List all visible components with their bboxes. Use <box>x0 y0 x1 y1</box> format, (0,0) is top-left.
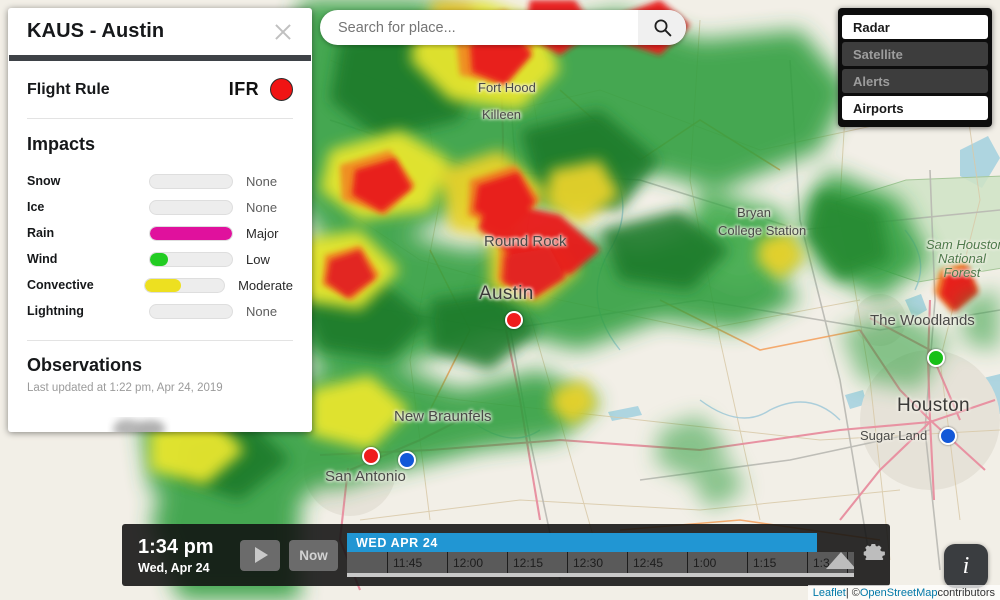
divider <box>27 118 293 119</box>
impact-row: Snow None <box>27 168 293 194</box>
weather-radar-app: Fort Hood Killeen Round Rock Austin Brya… <box>0 0 1000 600</box>
impact-value: None <box>246 199 278 215</box>
timeline-tick[interactable]: 12:00 <box>448 552 508 573</box>
timeline-playhead[interactable] <box>826 552 854 569</box>
timeline-tick[interactable]: 1:15 <box>748 552 808 573</box>
airport-marker[interactable] <box>398 451 416 469</box>
observations-timestamp: Last updated at 1:22 pm, Apr 24, 2019 <box>27 382 223 394</box>
impact-bar-fill <box>145 278 181 292</box>
timeline-control: 1:34 pm Wed, Apr 24 Now WED APR 24 11:45… <box>122 524 890 586</box>
leaflet-link[interactable]: Leaflet <box>813 587 846 599</box>
timeline-tick[interactable]: 1:00 <box>688 552 748 573</box>
search-bar[interactable] <box>320 10 686 45</box>
flight-rule-label: Flight Rule <box>27 80 110 98</box>
impact-value: None <box>246 303 278 319</box>
now-button[interactable]: Now <box>289 539 338 571</box>
cloud-icon <box>113 419 165 432</box>
search-input[interactable] <box>320 19 638 36</box>
layer-switcher: Radar Satellite Alerts Airports <box>838 8 992 127</box>
impact-label: Convective <box>27 278 94 292</box>
layer-toggle-airports[interactable]: Airports <box>842 96 988 120</box>
impact-bar <box>149 225 233 241</box>
timeline-tick[interactable] <box>347 552 388 573</box>
impact-value: None <box>246 173 278 189</box>
impact-bar-fill <box>150 226 232 240</box>
flight-rule-value-group: IFR <box>229 78 293 101</box>
timeline-clock: 1:34 pm Wed, Apr 24 <box>122 536 240 575</box>
timeline-baseline <box>347 573 854 577</box>
impact-bar-fill <box>150 252 169 266</box>
search-icon <box>654 19 671 37</box>
info-icon: i <box>962 552 970 579</box>
impact-label: Wind <box>27 252 58 266</box>
map-attribution: Leaflet | © OpenStreetMap contributors <box>807 585 1000 600</box>
gear-icon <box>863 544 885 561</box>
openstreetmap-link[interactable]: OpenStreetMap <box>860 587 938 599</box>
search-button[interactable] <box>638 10 686 45</box>
settings-button[interactable] <box>858 544 890 566</box>
observations-heading: Observations <box>27 355 143 375</box>
close-icon[interactable] <box>272 21 294 43</box>
timeline-tick[interactable]: 12:15 <box>508 552 568 573</box>
impact-label: Lightning <box>27 304 84 318</box>
page-title: KAUS - Austin <box>27 20 165 42</box>
timeline-tick[interactable]: 11:45 <box>388 552 448 573</box>
impact-row: Convective Moderate <box>27 272 293 298</box>
layer-toggle-alerts[interactable]: Alerts <box>842 69 988 93</box>
timeline-tick[interactable]: 12:30 <box>568 552 628 573</box>
impact-bar <box>149 303 233 319</box>
timeline-current-date: Wed, Apr 24 <box>138 560 210 575</box>
airport-marker[interactable] <box>939 427 957 445</box>
station-detail-panel: KAUS - Austin Flight Rule IFR Impacts Sn… <box>8 8 312 432</box>
timeline-ticks[interactable]: 11:45 12:00 12:15 12:30 12:45 1:00 1:15 … <box>347 552 854 573</box>
impact-bar <box>144 277 226 293</box>
impact-row: Wind Low <box>27 246 293 272</box>
impact-row: Lightning None <box>27 298 293 324</box>
play-button[interactable] <box>240 539 280 571</box>
divider <box>27 340 293 341</box>
attribution-suffix: contributors <box>937 586 995 599</box>
flight-rule-row: Flight Rule IFR <box>27 61 293 118</box>
impact-label: Snow <box>27 174 61 188</box>
timeline-current-time: 1:34 pm <box>138 535 214 558</box>
impact-value: Low <box>246 251 270 267</box>
impact-value: Moderate <box>238 277 293 293</box>
panel-header: KAUS - Austin <box>8 8 312 55</box>
impact-bar <box>149 251 233 267</box>
airport-marker-kaus[interactable] <box>505 311 523 329</box>
impact-row: Rain Major <box>27 220 293 246</box>
timeline-track[interactable]: WED APR 24 11:45 12:00 12:15 12:30 12:45… <box>347 533 854 577</box>
info-button[interactable]: i <box>944 544 988 588</box>
impact-label: Rain <box>27 226 55 240</box>
impact-bar <box>149 173 233 189</box>
play-icon <box>255 547 268 563</box>
impact-value: Major <box>246 225 279 241</box>
airport-marker[interactable] <box>927 349 945 367</box>
timeline-day-label: WED APR 24 <box>347 533 817 552</box>
layer-toggle-satellite[interactable]: Satellite <box>842 42 988 66</box>
timeline-tick[interactable]: 12:45 <box>628 552 688 573</box>
attribution-separator: | © <box>845 586 860 599</box>
impacts-list: Snow None Ice None Rain Major Wind Low C… <box>27 168 293 324</box>
airport-marker[interactable] <box>362 447 380 465</box>
impacts-heading: Impacts <box>27 134 96 154</box>
status-badge <box>270 78 293 101</box>
flight-rule-value: IFR <box>228 79 259 99</box>
impact-bar <box>149 199 233 215</box>
layer-toggle-radar[interactable]: Radar <box>842 15 988 39</box>
impact-row: Ice None <box>27 194 293 220</box>
panel-body: Flight Rule IFR Impacts Snow None Ice No… <box>8 61 312 394</box>
impact-label: Ice <box>27 200 45 214</box>
